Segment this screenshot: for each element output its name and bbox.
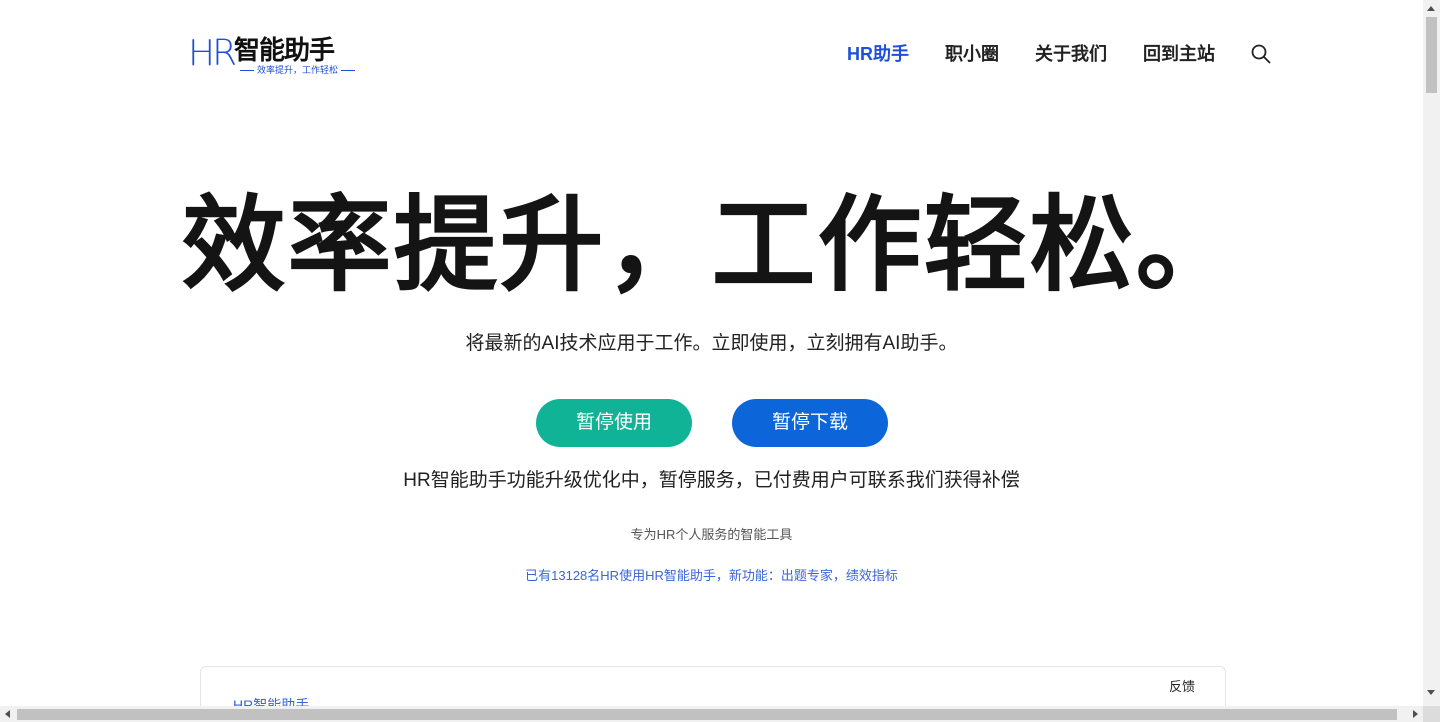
- hero-title: 效率提升，工作轻松。: [181, 188, 1242, 304]
- users-count-link[interactable]: 已有13128名HR使用HR智能助手，新功能：出题专家，绩效指标: [0, 566, 1423, 586]
- nav-item-about-us[interactable]: 关于我们: [1035, 42, 1107, 66]
- logo-name: 智能助手: [234, 35, 335, 65]
- card-title: HR智能助手: [233, 697, 310, 706]
- search-icon[interactable]: [1251, 44, 1271, 64]
- pause-use-button[interactable]: 暂停使用: [536, 399, 692, 447]
- scroll-right-arrow-icon[interactable]: [1413, 710, 1418, 718]
- feedback-button[interactable]: 反馈: [1169, 677, 1195, 697]
- horizontal-scroll-thumb[interactable]: [17, 709, 1397, 720]
- nav-item-hr-assistant[interactable]: HR助手: [847, 42, 909, 66]
- tagline: 专为HR个人服务的智能工具: [630, 527, 793, 542]
- scroll-down-arrow-icon[interactable]: [1427, 690, 1435, 695]
- horizontal-scrollbar[interactable]: [0, 706, 1423, 722]
- scroll-left-arrow-icon[interactable]: [5, 710, 10, 718]
- pause-download-button[interactable]: 暂停下载: [732, 399, 888, 447]
- assistant-card: HR智能助手 反馈: [200, 666, 1226, 706]
- scrollbar-corner: [1423, 706, 1440, 722]
- main-nav: HR助手 职小圈 关于我们 回到主站: [811, 42, 1271, 66]
- nav-item-zhixiaoquan[interactable]: 职小圈: [945, 42, 999, 66]
- vertical-scroll-thumb[interactable]: [1426, 17, 1437, 93]
- nav-item-back-to-main[interactable]: 回到主站: [1143, 42, 1215, 66]
- site-logo[interactable]: HR 智能助手 效率提升，工作轻松: [188, 34, 348, 78]
- page: HR 智能助手 效率提升，工作轻松 HR助手 职小圈 关于我们 回到主站 效率提…: [0, 0, 1423, 706]
- hero-subtitle: 将最新的AI技术应用于工作。立即使用，立刻拥有AI助手。: [465, 333, 958, 354]
- logo-letters: HR: [188, 33, 237, 74]
- vertical-scrollbar[interactable]: [1423, 0, 1440, 722]
- scroll-up-arrow-icon[interactable]: [1427, 6, 1435, 11]
- service-notice: HR智能助手功能升级优化中，暂停服务，已付费用户可联系我们获得补偿: [403, 470, 1020, 491]
- logo-slogan: 效率提升，工作轻松: [237, 65, 358, 75]
